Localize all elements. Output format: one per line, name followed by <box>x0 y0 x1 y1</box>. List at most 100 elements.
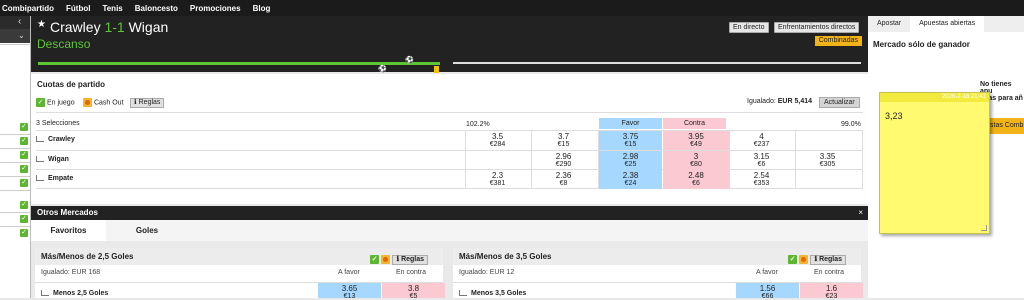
chevron-down-icon[interactable]: ⌄ <box>0 29 30 43</box>
runner-under-2-5[interactable]: Menos 2,5 Goles <box>41 290 108 297</box>
live-button[interactable]: En directo <box>729 22 769 33</box>
odds-cell[interactable]: 3.35 €305 <box>796 151 859 170</box>
market-matched: Igualado: EUR 12 <box>459 269 515 276</box>
match-status: Descanso <box>37 37 91 51</box>
cash-out-icon[interactable] <box>381 255 391 265</box>
back-percentage: 102.2% <box>466 121 490 128</box>
sticky-note[interactable]: 2026-2-16 21:41 3,23 <box>879 92 990 234</box>
goal-ball-icon: ⚽ <box>405 57 414 64</box>
check-icon[interactable]: ✓ <box>370 255 379 265</box>
sidebar-check-icon[interactable]: ✓ <box>20 165 28 173</box>
back-label: A favor <box>756 269 778 276</box>
other-markets-bar: Otros Mercados × <box>31 206 868 220</box>
odds-cell[interactable]: 3.15 €6 <box>730 151 793 170</box>
away-team: Wigan <box>128 19 169 35</box>
score: 1-1 <box>104 19 125 35</box>
close-icon[interactable]: × <box>858 206 863 220</box>
lay-percentage: 99.0% <box>841 121 861 128</box>
sidebar-check-icon[interactable]: ✓ <box>20 179 28 187</box>
refresh-button[interactable]: Actualizar <box>819 97 860 108</box>
best-back-cell[interactable]: 2.98 €25 <box>599 151 662 170</box>
chart-icon[interactable] <box>36 136 44 143</box>
lay-label: En contra <box>396 269 426 276</box>
best-back-cell[interactable]: 3.75 €15 <box>599 131 662 150</box>
goal-ball-icon: ⚽ <box>378 66 387 73</box>
h2h-button[interactable]: Enfrentamientos directos <box>774 22 860 33</box>
cash-out-filter[interactable]: Cash Out <box>83 98 124 107</box>
chart-icon[interactable] <box>459 290 467 297</box>
tab-apostar[interactable]: Apostar <box>868 16 910 32</box>
runner-empate[interactable]: Empate <box>36 175 73 182</box>
chart-icon[interactable] <box>36 175 44 182</box>
best-lay-cell[interactable]: 2.48 €6 <box>663 170 729 189</box>
odds-cell[interactable]: 2.3 €381 <box>466 170 529 189</box>
match-timeline-second-half <box>453 62 861 64</box>
other-markets-title: Otros Mercados <box>37 208 98 217</box>
runner-wigan[interactable]: Wigan <box>36 156 69 163</box>
sidebar-check-icon[interactable]: ✓ <box>20 201 28 209</box>
chevron-left-icon[interactable]: ‹ <box>0 16 30 29</box>
info-icon: ℹ <box>134 99 137 106</box>
sidebar-check-icon[interactable]: ✓ <box>20 123 28 131</box>
odds-cell[interactable]: 2.96 €290 <box>532 151 595 170</box>
best-lay-cell[interactable]: 3.95 €49 <box>663 131 729 150</box>
matched-amount: Igualado: EUR 5,414 <box>747 98 812 105</box>
nav-promociones[interactable]: Promociones <box>190 4 241 13</box>
odds-cell[interactable]: 3.7 €15 <box>532 131 595 150</box>
cash-out-icon[interactable] <box>799 255 809 265</box>
odds-cell[interactable]: 2.54 €353 <box>730 170 793 189</box>
market-header: Más/Menos de 2,5 Goles ✓ ℹ Reglas <box>35 248 443 265</box>
sidebar-check-icon[interactable]: ✓ <box>20 137 28 145</box>
matched-label: Igualado: <box>747 98 776 105</box>
sidebar-check-icon[interactable]: ✓ <box>20 151 28 159</box>
left-sidebar: ‹ ⌄ ✓ ✓ ✓ ✓ ✓ ✓ ✓ ✓ <box>0 16 31 298</box>
market-panel-3-5: Más/Menos de 3,5 Goles ✓ ℹ Reglas Iguala… <box>453 248 863 300</box>
back-header: Favor <box>599 118 662 129</box>
matched-value: EUR 5,414 <box>777 98 813 105</box>
runner-under-3-5[interactable]: Menos 3,5 Goles <box>459 290 526 297</box>
back-cell[interactable]: 1.56 €66 <box>736 283 799 300</box>
market-panel-2-5: Más/Menos de 2,5 Goles ✓ ℹ Reglas Iguala… <box>35 248 445 300</box>
odds-cell[interactable] <box>796 170 859 189</box>
nav-baloncesto[interactable]: Baloncesto <box>135 4 178 13</box>
sticky-value[interactable]: 3,23 <box>885 111 903 121</box>
rules-button[interactable]: ℹ Reglas <box>810 254 847 265</box>
nav-futbol[interactable]: Fútbol <box>66 4 90 13</box>
best-back-cell[interactable]: 2.38 €24 <box>599 170 662 189</box>
nav-tenis[interactable]: Tenis <box>102 4 122 13</box>
sidebar-check-icon[interactable]: ✓ <box>20 229 28 237</box>
lay-cell[interactable]: 3.8 €5 <box>382 283 445 300</box>
tab-apuestas-abiertas[interactable]: Apuestas abiertas <box>910 16 985 32</box>
nav-blog[interactable]: Blog <box>253 4 271 13</box>
runner-name: Menos 3,5 Goles <box>471 290 527 297</box>
odds-cell[interactable]: 2.36 €8 <box>532 170 595 189</box>
odds-cell[interactable] <box>466 151 529 170</box>
betslip-tabs: Apostar Apuestas abiertas <box>868 16 1024 32</box>
cash-out-label: Cash Out <box>93 99 124 107</box>
back-cell[interactable]: 3.65 €13 <box>318 283 381 300</box>
match-odds-title: Cuotas de partido <box>37 80 106 89</box>
star-icon[interactable]: ★ <box>37 19 46 30</box>
chart-icon[interactable] <box>36 156 44 163</box>
check-icon[interactable]: ✓ <box>788 255 797 265</box>
in-play-filter[interactable]: ✓ En juego <box>36 98 75 107</box>
resize-grip-icon[interactable] <box>981 225 987 231</box>
nav-combipartido[interactable]: Combipartido <box>2 4 54 13</box>
odds-cell[interactable]: 3.5 €284 <box>466 131 529 150</box>
combinadas-betslip-button[interactable]: stas Combi <box>986 118 1024 134</box>
selections-count: 3 Selecciones <box>36 120 80 127</box>
runner-crawley[interactable]: Crawley <box>36 136 75 143</box>
rules-button[interactable]: ℹ Reglas <box>392 254 429 265</box>
in-play-label: En juego <box>46 99 75 107</box>
sidebar-check-icon[interactable]: ✓ <box>20 215 28 223</box>
lay-cell[interactable]: 1.6 €23 <box>800 283 863 300</box>
best-lay-cell[interactable]: 3 €80 <box>663 151 729 170</box>
chart-icon[interactable] <box>41 290 49 297</box>
odds-cell[interactable]: 4 €237 <box>730 131 793 150</box>
event-header: ★ Crawley 1-1 Wigan Descanso En directo … <box>31 16 868 73</box>
rules-button[interactable]: ℹ Reglas <box>130 98 165 108</box>
combinadas-button[interactable]: Combinadas <box>814 36 862 46</box>
tab-goles[interactable]: Goles <box>106 220 188 241</box>
tab-favoritos[interactable]: Favoritos <box>31 220 106 241</box>
odds-cell[interactable] <box>796 131 859 150</box>
